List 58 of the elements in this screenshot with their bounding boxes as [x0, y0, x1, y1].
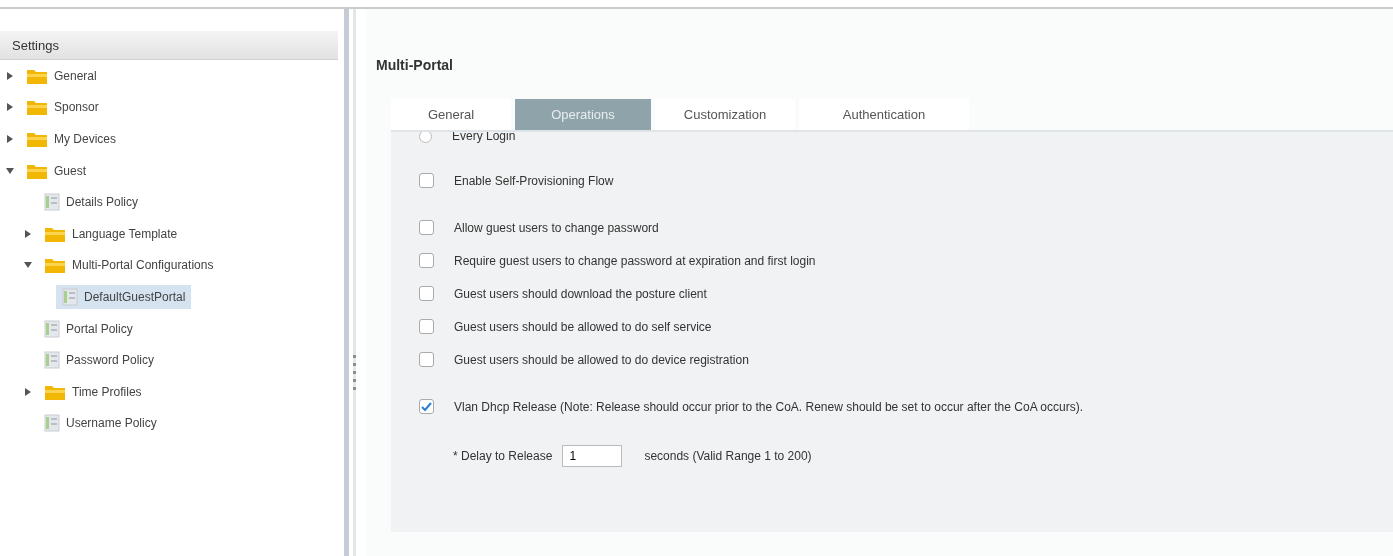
tree-item[interactable]: My Devices — [20, 127, 122, 151]
page-title: Multi-Portal — [376, 57, 454, 73]
option-label: Guest users should be allowed to do self service — [454, 319, 712, 334]
checkbox[interactable] — [419, 352, 434, 367]
option-label: Vlan Dhcp Release (Note: Release should occur prior to the CoA. Renew should be set to occur after the CoA occurs). — [454, 399, 1083, 414]
folder-icon — [26, 130, 48, 148]
tree-label: Guest — [54, 163, 86, 178]
tree-item[interactable]: Details Policy — [38, 190, 145, 215]
tree-item[interactable]: Sponsor — [20, 95, 105, 120]
tree-label: Sponsor — [54, 100, 99, 115]
tab[interactable]: Customization — [655, 99, 795, 130]
policy-icon — [44, 193, 60, 212]
tree-label: Username Policy — [66, 416, 157, 431]
field-label: * Delay to Release — [453, 448, 553, 463]
tree-item[interactable]: Portal Policy — [38, 316, 139, 341]
checkbox[interactable] — [419, 319, 434, 334]
option-label: Allow guest users to change password — [454, 220, 659, 235]
tab[interactable]: General — [391, 99, 511, 130]
policy-icon — [44, 319, 60, 338]
checkbox[interactable] — [419, 173, 434, 188]
tree-label: Multi-Portal Configurations — [72, 258, 214, 273]
tree-label: My Devices — [54, 132, 116, 146]
tree-label: Portal Policy — [66, 321, 133, 336]
folder-icon — [44, 256, 66, 275]
expander-icon[interactable] — [22, 261, 34, 270]
policy-icon — [44, 351, 60, 370]
tree-label: Time Profiles — [72, 384, 142, 399]
checkbox[interactable] — [419, 286, 434, 301]
tree-item[interactable]: Language Template — [38, 221, 184, 246]
policy-icon — [44, 414, 60, 433]
panel-header: Settings — [0, 31, 338, 60]
folder-icon — [26, 98, 48, 117]
expander-icon[interactable] — [4, 166, 16, 175]
tab[interactable]: Authentication — [799, 99, 969, 130]
radio-button[interactable] — [419, 132, 432, 143]
tree-label: Password Policy — [66, 353, 155, 368]
policy-icon — [62, 287, 78, 306]
option-label: Guest users should download the posture client — [454, 286, 707, 301]
checkbox[interactable] — [419, 253, 434, 268]
option-label: Require guest users to change password at expiration and first login — [454, 253, 816, 268]
tree-label: Language Template — [72, 226, 178, 241]
field-hint: seconds (Valid Range 1 to 200) — [644, 448, 812, 463]
tree-label: DefaultGuestPortal — [84, 289, 186, 304]
input-field[interactable]: 1 — [562, 444, 623, 467]
tree-label: General — [54, 68, 97, 83]
option-label: Guest users should be allowed to do device registration — [454, 352, 749, 367]
tree-item[interactable]: Password Policy — [38, 348, 161, 373]
tree-item[interactable]: Guest — [20, 158, 92, 183]
tree-item[interactable]: Username Policy — [38, 411, 163, 436]
checkbox[interactable] — [419, 220, 434, 235]
checkbox[interactable] — [419, 399, 434, 414]
tree-item[interactable]: Time Profiles — [38, 379, 148, 404]
tree-label: Details Policy — [66, 195, 139, 210]
tree-item[interactable]: Multi-Portal Configurations — [38, 253, 220, 278]
option-label: Enable Self-Provisioning Flow — [454, 173, 614, 188]
tree-item[interactable]: General — [20, 63, 103, 88]
option-label: Every Login — [452, 132, 516, 143]
tree-item[interactable]: DefaultGuestPortal — [56, 284, 192, 309]
